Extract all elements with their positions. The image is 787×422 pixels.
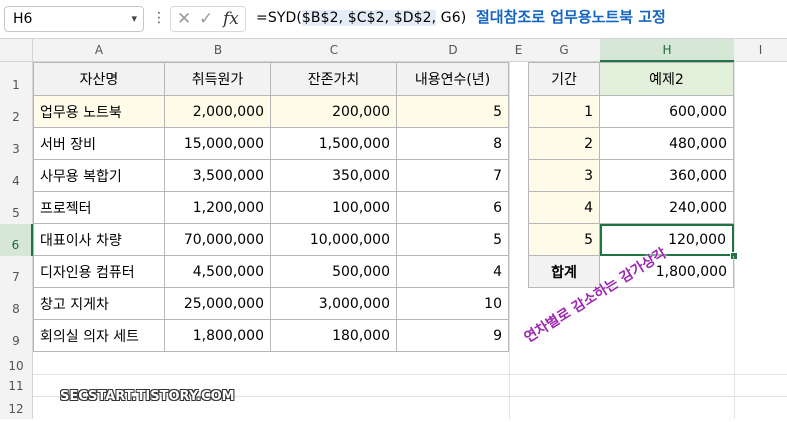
table2-cell[interactable]: 360,000 bbox=[600, 160, 734, 192]
name-box[interactable]: H6 ▾ bbox=[4, 6, 144, 32]
column-header-c[interactable]: C bbox=[271, 39, 397, 62]
table1-cell[interactable]: 70,000,000 bbox=[165, 224, 271, 256]
formula-suffix: G6) bbox=[436, 10, 467, 26]
table1-cell[interactable]: 350,000 bbox=[271, 160, 397, 192]
table1-cell[interactable]: 1,200,000 bbox=[165, 192, 271, 224]
table1-cell[interactable]: 3,000,000 bbox=[271, 288, 397, 320]
table1-header-salvage[interactable]: 잔존가치 bbox=[271, 62, 397, 96]
table1-cell[interactable]: 15,000,000 bbox=[165, 128, 271, 160]
more-options-icon[interactable]: ⋮ bbox=[152, 10, 166, 26]
table1-header-asset[interactable]: 자산명 bbox=[33, 62, 165, 96]
column-header-h[interactable]: H bbox=[600, 39, 734, 62]
table2-total-label[interactable]: 합계 bbox=[528, 256, 600, 288]
table1-cell[interactable]: 9 bbox=[397, 320, 509, 352]
table1-cell[interactable]: 업무용 노트북 bbox=[33, 96, 165, 128]
table1-cell[interactable]: 10,000,000 bbox=[271, 224, 397, 256]
table1-cell[interactable]: 프로젝터 bbox=[33, 192, 165, 224]
row-header-4[interactable]: 4 bbox=[0, 160, 33, 192]
column-header-a[interactable]: A bbox=[33, 39, 165, 62]
row-header-5[interactable]: 5 bbox=[0, 192, 33, 224]
row-header-9[interactable]: 9 bbox=[0, 320, 33, 352]
gridline bbox=[509, 62, 510, 419]
table1-cell[interactable]: 10 bbox=[397, 288, 509, 320]
row-header-8[interactable]: 8 bbox=[0, 288, 33, 320]
table1-cell[interactable]: 4,500,000 bbox=[165, 256, 271, 288]
row-header-10[interactable]: 10 bbox=[0, 352, 33, 374]
formula-selected-args: $B$2, $C$2, $D$2, bbox=[301, 10, 437, 26]
table1-cell[interactable]: 8 bbox=[397, 128, 509, 160]
column-header-b[interactable]: B bbox=[165, 39, 271, 62]
table1-header-life[interactable]: 내용연수(년) bbox=[397, 62, 509, 96]
row-header-11[interactable]: 11 bbox=[0, 374, 33, 396]
column-header-g[interactable]: G bbox=[528, 39, 600, 62]
table1-cell[interactable]: 3,500,000 bbox=[165, 160, 271, 192]
chevron-down-icon[interactable]: ▾ bbox=[131, 7, 137, 31]
table1-cell[interactable]: 5 bbox=[397, 96, 509, 128]
table1-cell[interactable]: 디자인용 컴퓨터 bbox=[33, 256, 165, 288]
table1-cell[interactable]: 창고 지게차 bbox=[33, 288, 165, 320]
column-header-e[interactable]: E bbox=[509, 39, 528, 62]
formula-prefix: =SYD( bbox=[256, 10, 302, 26]
insert-function-icon[interactable]: fx bbox=[223, 9, 239, 29]
table2-cell[interactable]: 240,000 bbox=[600, 192, 734, 224]
column-header-i[interactable]: I bbox=[734, 39, 787, 62]
table1-cell[interactable]: 100,000 bbox=[271, 192, 397, 224]
row-header-12[interactable]: 12 bbox=[0, 396, 33, 419]
watermark: SECSTART.TISTORY.COM bbox=[60, 389, 235, 404]
table1-cell[interactable]: 500,000 bbox=[271, 256, 397, 288]
select-all-corner[interactable] bbox=[0, 39, 33, 62]
row-header-6[interactable]: 6 bbox=[0, 224, 33, 256]
table2-header-period[interactable]: 기간 bbox=[528, 62, 600, 96]
row-header-2[interactable]: 2 bbox=[0, 96, 33, 128]
table2-cell[interactable]: 2 bbox=[528, 128, 600, 160]
table1-header-cost[interactable]: 취득원가 bbox=[165, 62, 271, 96]
cancel-icon[interactable]: ✕ bbox=[177, 9, 191, 29]
table1-cell[interactable]: 6 bbox=[397, 192, 509, 224]
table1-cell[interactable]: 25,000,000 bbox=[165, 288, 271, 320]
enter-icon[interactable]: ✓ bbox=[199, 9, 213, 29]
formula-buttons: ✕ ✓ fx bbox=[170, 6, 246, 32]
table2-cell[interactable]: 5 bbox=[528, 224, 600, 256]
table2-cell[interactable]: 600,000 bbox=[600, 96, 734, 128]
table1-cell[interactable]: 5 bbox=[397, 224, 509, 256]
formula-bar: H6 ▾ ⋮ ✕ ✓ fx =SYD($B$2, $C$2, $D$2, G6) bbox=[0, 0, 787, 39]
table1-cell[interactable]: 회의실 의자 세트 bbox=[33, 320, 165, 352]
table1-cell[interactable]: 4 bbox=[397, 256, 509, 288]
table1-cell[interactable]: 서버 장비 bbox=[33, 128, 165, 160]
table1-cell[interactable]: 7 bbox=[397, 160, 509, 192]
table2-cell[interactable]: 480,000 bbox=[600, 128, 734, 160]
table1-cell[interactable]: 2,000,000 bbox=[165, 96, 271, 128]
column-header-d[interactable]: D bbox=[397, 39, 509, 62]
table1-cell[interactable]: 대표이사 차량 bbox=[33, 224, 165, 256]
table1-cell[interactable]: 180,000 bbox=[271, 320, 397, 352]
table1-cell[interactable]: 사무용 복합기 bbox=[33, 160, 165, 192]
table1-cell[interactable]: 1,800,000 bbox=[165, 320, 271, 352]
gridline bbox=[734, 62, 735, 419]
table2-header-example[interactable]: 예제2 bbox=[600, 62, 734, 96]
table2-cell[interactable]: 4 bbox=[528, 192, 600, 224]
table2-cell[interactable]: 1 bbox=[528, 96, 600, 128]
gridline bbox=[33, 374, 787, 375]
selected-cell-h6[interactable]: 120,000 bbox=[600, 224, 734, 256]
title-annotation: 절대참조로 업무용노트북 고정 bbox=[476, 8, 666, 26]
row-header-1[interactable]: 1 bbox=[0, 62, 33, 96]
table1-cell[interactable]: 1,500,000 bbox=[271, 128, 397, 160]
name-box-value: H6 bbox=[13, 11, 33, 27]
table1-cell[interactable]: 200,000 bbox=[271, 96, 397, 128]
formula-input[interactable]: =SYD($B$2, $C$2, $D$2, G6) bbox=[256, 10, 466, 26]
row-header-3[interactable]: 3 bbox=[0, 128, 33, 160]
table2-cell[interactable]: 3 bbox=[528, 160, 600, 192]
row-header-7[interactable]: 7 bbox=[0, 256, 33, 288]
